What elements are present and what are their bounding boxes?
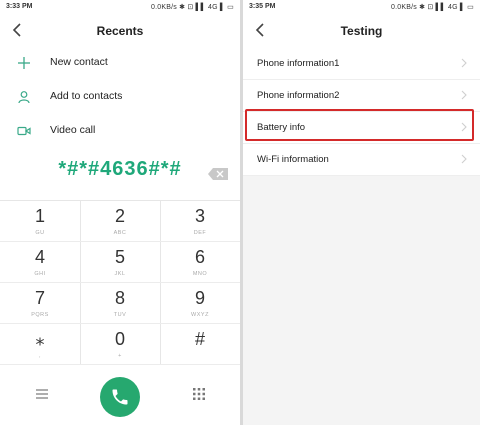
status-bar: 3:33 PM 0.0KB/s ✱ ⊡ ▌▌ 4G ▌ ▭ [0,0,240,14]
battery-info-highlight [245,109,474,141]
menu-item-label: Phone information2 [257,90,340,101]
key-5[interactable]: 5 JKL [80,244,160,285]
key-letters: WXYZ [191,312,209,318]
key-7[interactable]: 7 PQRS [0,285,80,326]
key-0[interactable]: 0 + [80,326,160,367]
key-1[interactable]: 1 GU [0,203,80,244]
call-button[interactable] [100,377,140,417]
chevron-right-icon [461,90,467,100]
key-digit: 3 [194,206,205,226]
key-star[interactable]: ⁎ , [0,326,80,367]
add-to-contacts-label: Add to contacts [50,90,123,102]
key-9[interactable]: 9 WXYZ [160,285,240,326]
key-3[interactable]: 3 DEF [160,203,240,244]
key-digit: 0 [114,329,125,349]
key-digit: # [194,329,205,349]
page-title: Testing [340,24,383,38]
key-letters: GU [35,230,45,236]
key-digit: 6 [194,247,205,267]
status-time: 3:33 PM [6,3,33,10]
key-digit: ⁎ [35,329,45,349]
key-digit: 8 [114,288,125,308]
status-indicators: 0.0KB/s ✱ ⊡ ▌▌ 4G ▌ ▭ [391,4,474,11]
key-hash[interactable]: # [160,326,240,367]
new-contact-label: New contact [50,56,108,68]
key-letters: TUV [113,312,127,318]
key-letters: ABC [113,230,127,236]
video-call-button[interactable]: Video call [0,116,240,146]
add-to-contacts-button[interactable]: Add to contacts [0,82,240,112]
menu-item-phone-information2[interactable]: Phone information2 [243,80,480,112]
video-call-label: Video call [50,124,96,136]
testing-header: Testing [243,14,480,48]
key-digit: 4 [34,247,45,267]
chevron-right-icon [461,58,467,68]
dialer-screen: 3:33 PM 0.0KB/s ✱ ⊡ ▌▌ 4G ▌ ▭ Recents Ne… [0,0,240,425]
key-letters: JKL [114,271,126,277]
dialpad-toggle-icon[interactable] [193,388,205,400]
key-digit: 9 [194,288,205,308]
page-title: Recents [96,24,144,38]
video-icon [17,126,31,136]
dialed-number[interactable]: *#*#4636#*# [0,158,240,181]
key-6[interactable]: 6 MNO [160,244,240,285]
key-digit: 5 [114,247,125,267]
key-letters: MNO [192,271,208,277]
plus-icon [18,57,30,69]
key-digit: 7 [34,288,45,308]
backspace-icon[interactable] [208,168,228,180]
status-indicators: 0.0KB/s ✱ ⊡ ▌▌ 4G ▌ ▭ [151,4,234,11]
chevron-right-icon [461,154,467,164]
key-8[interactable]: 8 TUV [80,285,160,326]
key-digit: 1 [34,206,45,226]
dialer-bottom-bar [0,364,240,425]
key-letters: DEF [193,230,207,236]
key-2[interactable]: 2 ABC [80,203,160,244]
testing-screen: 3:35 PM 0.0KB/s ✱ ⊡ ▌▌ 4G ▌ ▭ Testing Ph… [243,0,480,425]
key-letters: PQRS [31,312,49,318]
menu-item-label: Phone information1 [257,58,340,69]
status-time: 3:35 PM [249,3,276,10]
dialer-header: Recents [0,18,240,46]
menu-icon[interactable] [35,388,49,400]
new-contact-button[interactable]: New contact [0,48,240,78]
phone-icon [112,389,128,405]
key-letters: GHI [34,271,46,277]
menu-item-phone-information1[interactable]: Phone information1 [243,48,480,80]
menu-item-label: Wi-Fi information [257,154,329,165]
person-icon [18,91,30,104]
key-letters: + [118,353,122,359]
key-4[interactable]: 4 GHI [0,244,80,285]
key-letters: , [38,353,42,359]
status-bar: 3:35 PM 0.0KB/s ✱ ⊡ ▌▌ 4G ▌ ▭ [243,0,480,14]
menu-item-wifi-information[interactable]: Wi-Fi information [243,144,480,176]
key-digit: 2 [114,206,125,226]
